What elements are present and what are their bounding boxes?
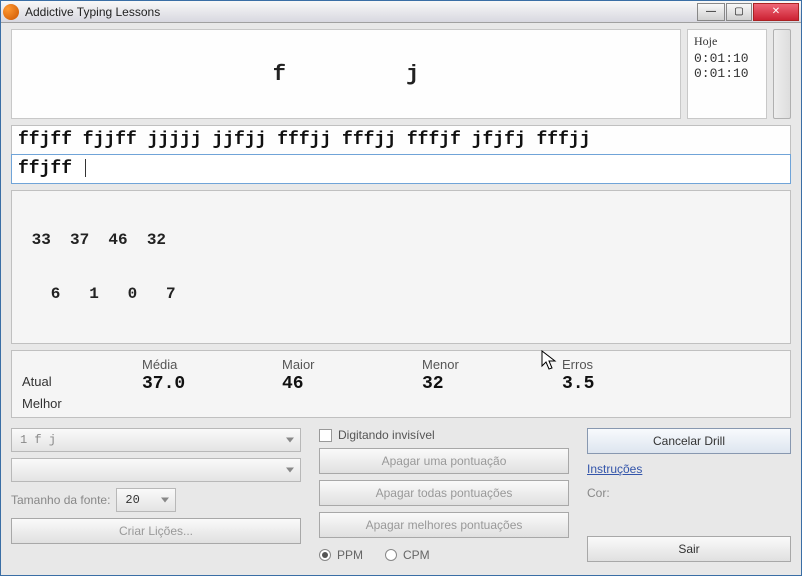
scrollbar[interactable] <box>773 29 791 119</box>
delete-one-score-button[interactable]: Apagar uma pontuação <box>319 448 569 474</box>
chevron-down-icon <box>286 438 294 443</box>
timer-value-2: 0:01:10 <box>694 66 760 81</box>
invisible-typing-checkbox[interactable]: Digitando invisível <box>319 428 435 442</box>
delete-all-scores-button[interactable]: Apagar todas pontuações <box>319 480 569 506</box>
ppm-radio[interactable]: PPM <box>319 548 363 562</box>
timer-label: Hoje <box>694 34 760 49</box>
lesson-key-right: j <box>406 62 419 87</box>
chevron-down-icon <box>161 498 169 503</box>
cpm-radio[interactable]: CPM <box>385 548 430 562</box>
stats-row-melhor: Melhor <box>22 396 142 411</box>
stats-media: 37.0 <box>142 374 282 394</box>
stats-header-maior: Maior <box>282 357 422 372</box>
numbers-row-2: 6 1 0 7 <box>22 285 780 303</box>
content-area: f j Hoje 0:01:10 0:01:10 ffjff fjjff jjj… <box>1 23 801 575</box>
cancel-drill-button[interactable]: Cancelar Drill <box>587 428 791 454</box>
firefox-icon <box>3 4 19 20</box>
stats-panel: Média Maior Menor Erros Atual 37.0 46 32… <box>11 350 791 418</box>
typed-input[interactable]: ffjff <box>11 154 791 184</box>
timer-panel: Hoje 0:01:10 0:01:10 <box>687 29 767 119</box>
stats-header-media: Média <box>142 357 282 372</box>
exit-button[interactable]: Sair <box>587 536 791 562</box>
radio-icon <box>385 549 397 561</box>
titlebar: Addictive Typing Lessons — ▢ ✕ <box>1 1 801 23</box>
stats-maior: 46 <box>282 374 422 394</box>
lesson-key-left: f <box>273 62 286 87</box>
font-size-select[interactable]: 20 <box>116 488 176 512</box>
font-size-label: Tamanho da fonte: <box>11 493 110 507</box>
window-title: Addictive Typing Lessons <box>25 5 160 19</box>
minimize-button[interactable]: — <box>697 3 725 21</box>
app-window: Addictive Typing Lessons — ▢ ✕ f j Hoje … <box>0 0 802 576</box>
numbers-row-1: 33 37 46 32 <box>22 231 780 249</box>
stats-header-menor: Menor <box>422 357 562 372</box>
radio-icon <box>319 549 331 561</box>
invisible-typing-label: Digitando invisível <box>338 428 435 442</box>
timer-value-1: 0:01:10 <box>694 51 760 66</box>
color-label: Cor: <box>587 486 791 500</box>
create-lessons-button[interactable]: Criar Lições... <box>11 518 301 544</box>
chevron-down-icon <box>286 468 294 473</box>
stats-header-erros: Erros <box>562 357 702 372</box>
lesson-display: f j <box>11 29 681 119</box>
close-button[interactable]: ✕ <box>753 3 799 21</box>
lesson-select[interactable]: 1 f j <box>11 428 301 452</box>
instructions-link[interactable]: Instruções <box>587 462 791 476</box>
maximize-button[interactable]: ▢ <box>726 3 752 21</box>
delete-best-scores-button[interactable]: Apagar melhores pontuações <box>319 512 569 538</box>
stats-numbers: 33 37 46 32 6 1 0 7 <box>11 190 791 344</box>
stats-row-atual: Atual <box>22 374 142 394</box>
checkbox-icon <box>319 429 332 442</box>
stats-erros: 3.5 <box>562 374 702 394</box>
target-text: ffjff fjjff jjjjj jjfjj fffjj fffjj fffj… <box>12 126 790 155</box>
secondary-select[interactable] <box>11 458 301 482</box>
typing-area: ffjff fjjff jjjjj jjfjj fffjj fffjj fffj… <box>11 125 791 184</box>
stats-menor: 32 <box>422 374 562 394</box>
